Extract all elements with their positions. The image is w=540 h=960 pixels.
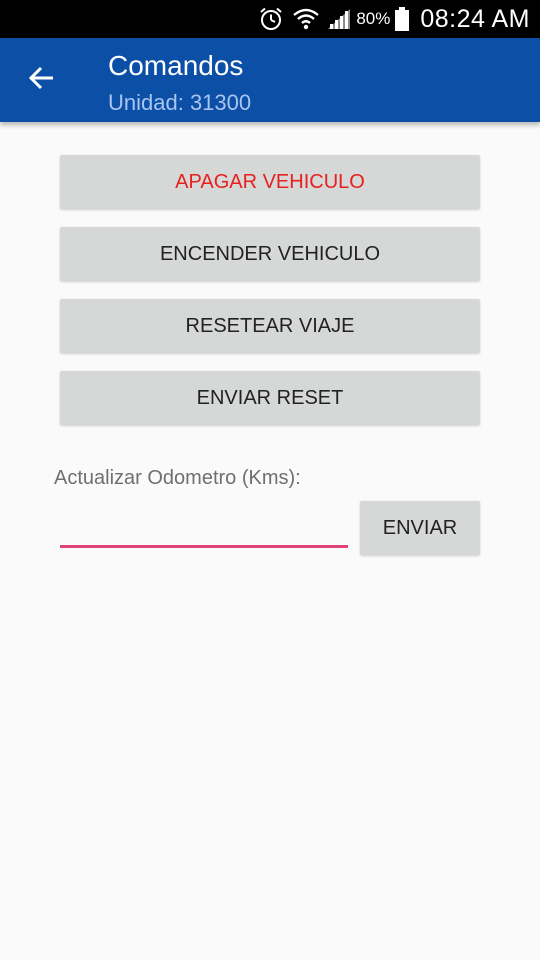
resetear-viaje-button[interactable]: RESETEAR VIAJE (60, 299, 480, 353)
battery-percent: 80% (356, 9, 391, 28)
page-subtitle: Unidad: 31300 (108, 90, 252, 115)
apagar-vehiculo-button[interactable]: APAGAR VEHICULO (60, 155, 480, 209)
status-icons: 80% 08:24 AM (258, 0, 530, 38)
wifi-icon (292, 6, 320, 32)
battery-icon (394, 6, 410, 32)
odometer-input[interactable] (60, 508, 348, 548)
enviar-odometer-button[interactable]: ENVIAR (360, 501, 480, 555)
encender-vehiculo-button[interactable]: ENCENDER VEHICULO (60, 227, 480, 281)
arrow-back-icon (28, 64, 56, 97)
signal-icon (326, 7, 352, 31)
alarm-icon (258, 6, 284, 32)
page-title: Comandos (108, 50, 244, 81)
odometer-label: Actualizar Odometro (Kms): (54, 467, 301, 489)
status-bar: 80% 08:24 AM (0, 0, 540, 38)
enviar-reset-button[interactable]: ENVIAR RESET (60, 371, 480, 425)
app-bar: Comandos Unidad: 31300 (0, 38, 540, 122)
back-button[interactable] (16, 56, 68, 104)
status-clock: 08:24 AM (420, 4, 530, 33)
